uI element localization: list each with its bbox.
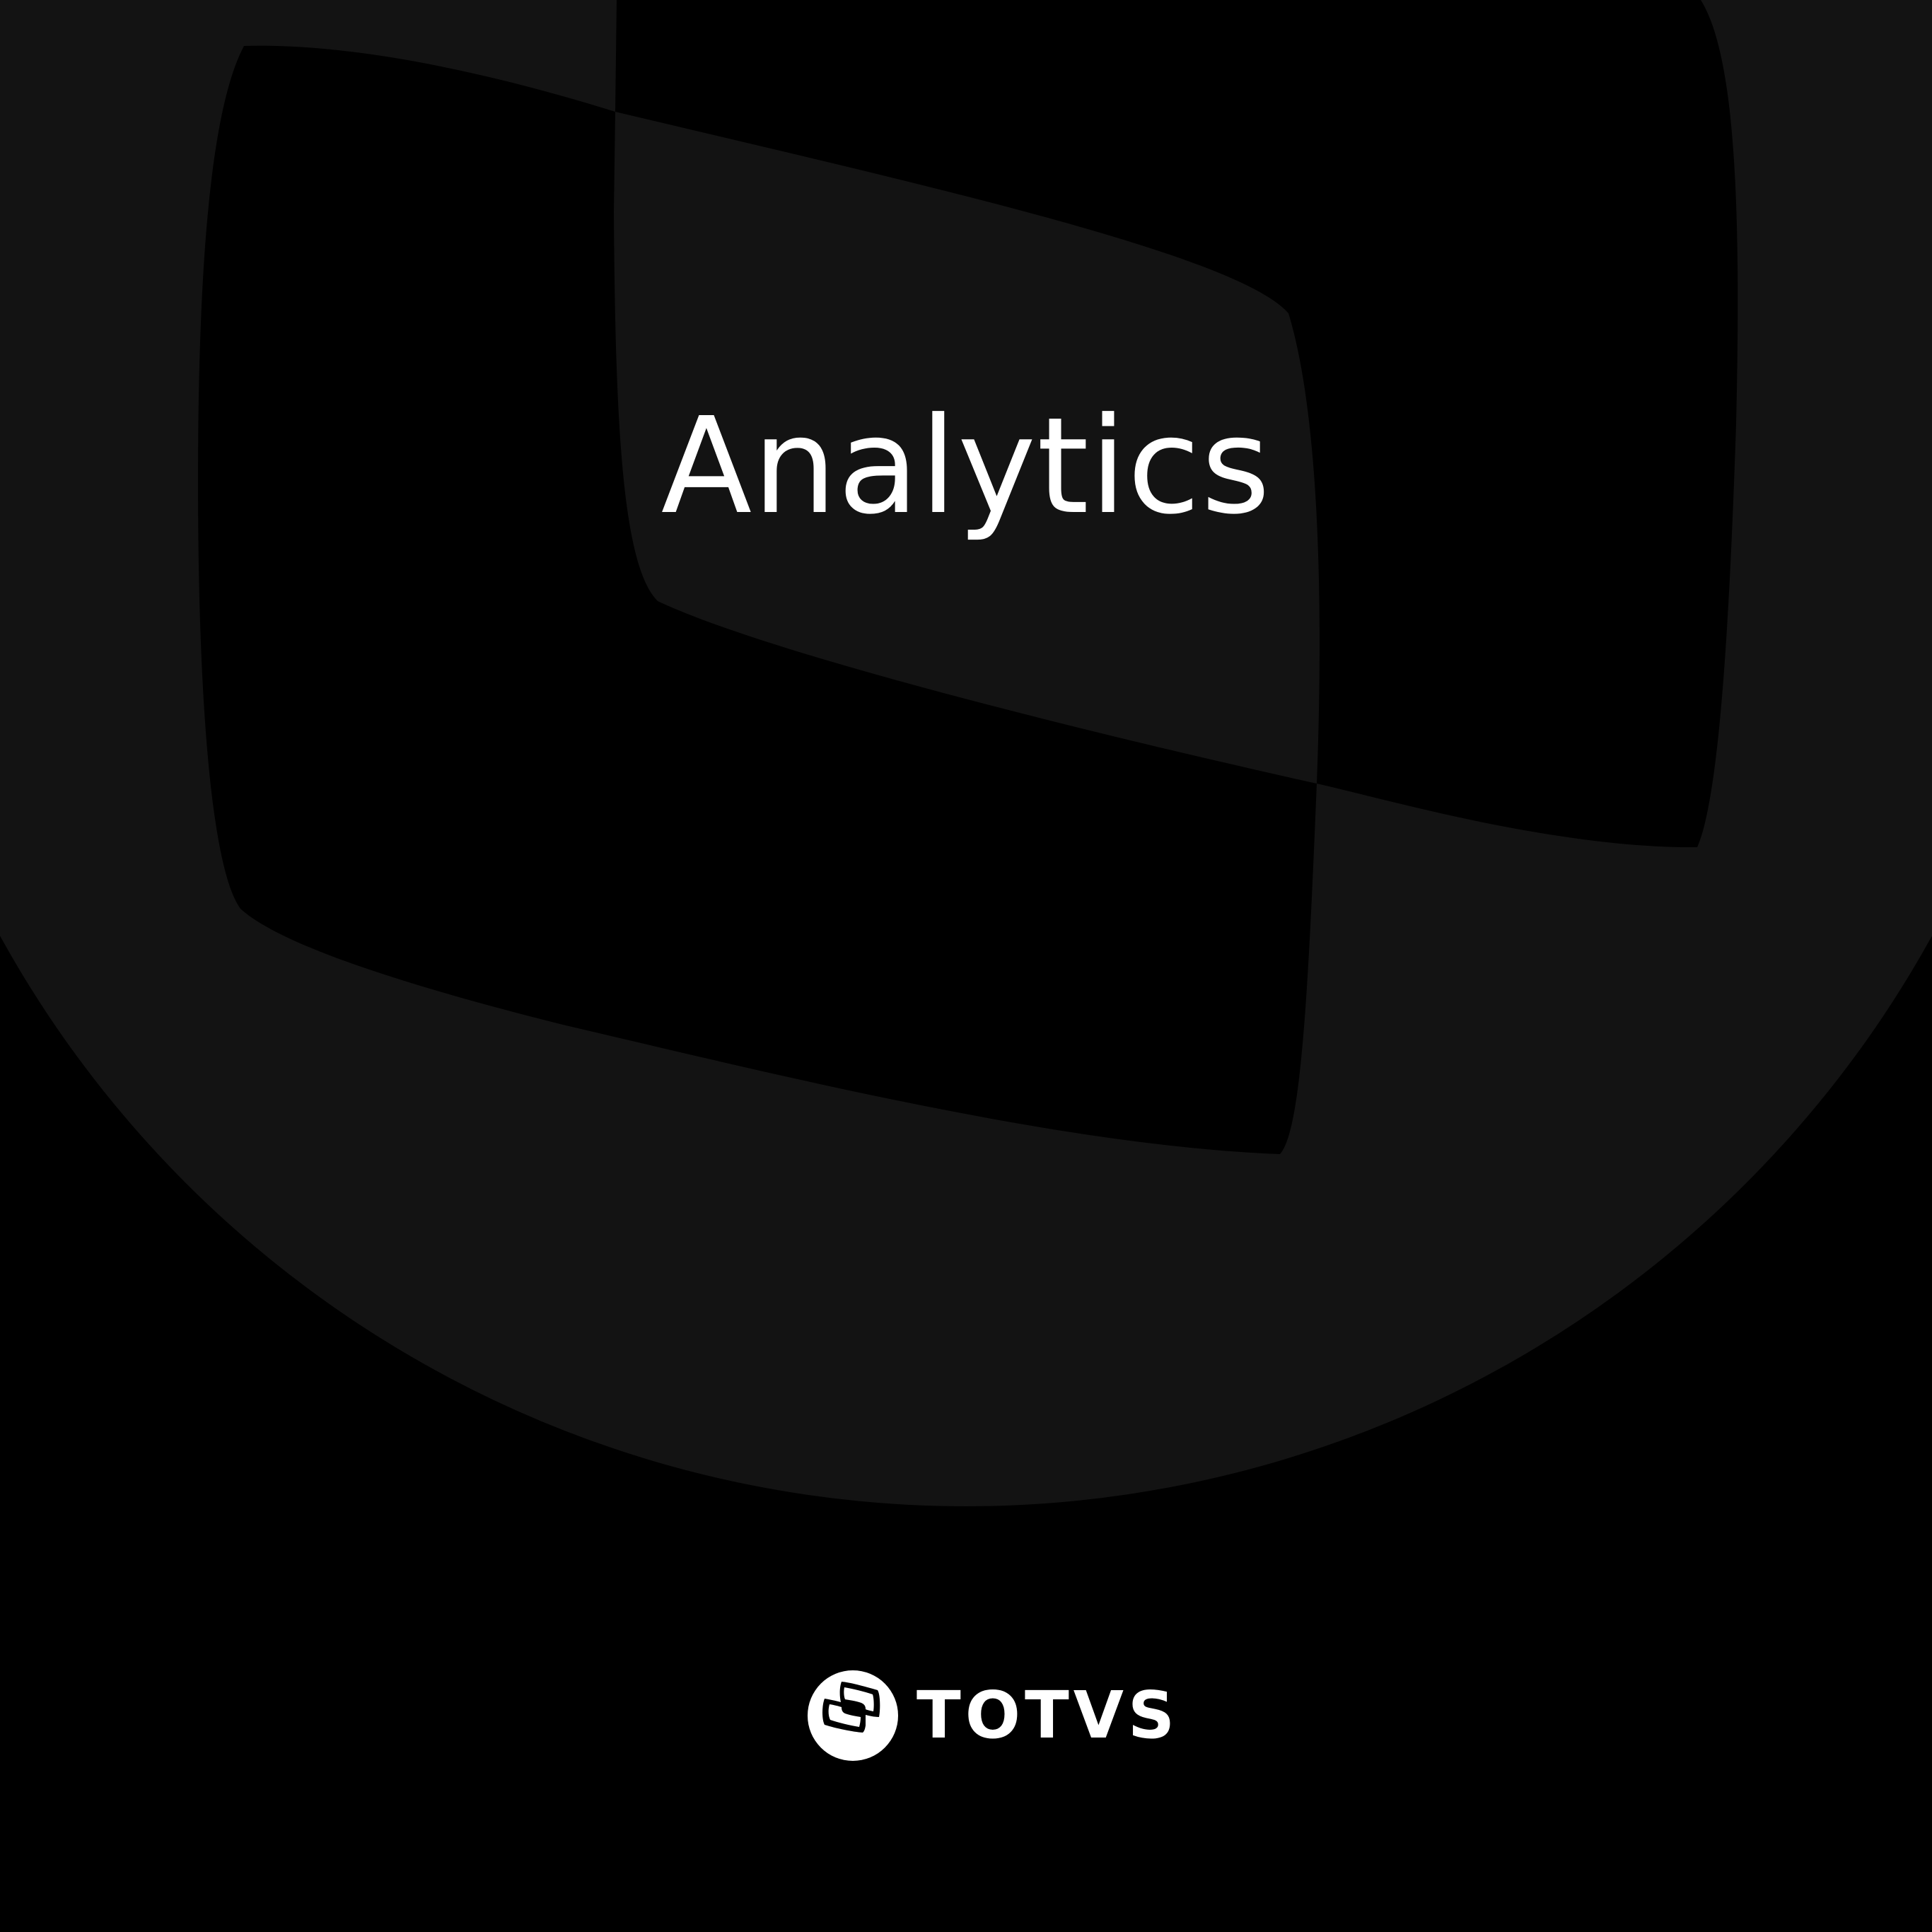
brand-name: TOTVS xyxy=(916,1677,1180,1753)
background-emblem-graphic xyxy=(0,0,1932,1506)
splash-screen: Analytics TOTVS xyxy=(0,0,1932,1932)
page-title: Analytics xyxy=(661,389,1271,544)
totvs-logo-icon xyxy=(808,1670,898,1761)
brand-logo: TOTVS xyxy=(806,1669,1179,1762)
